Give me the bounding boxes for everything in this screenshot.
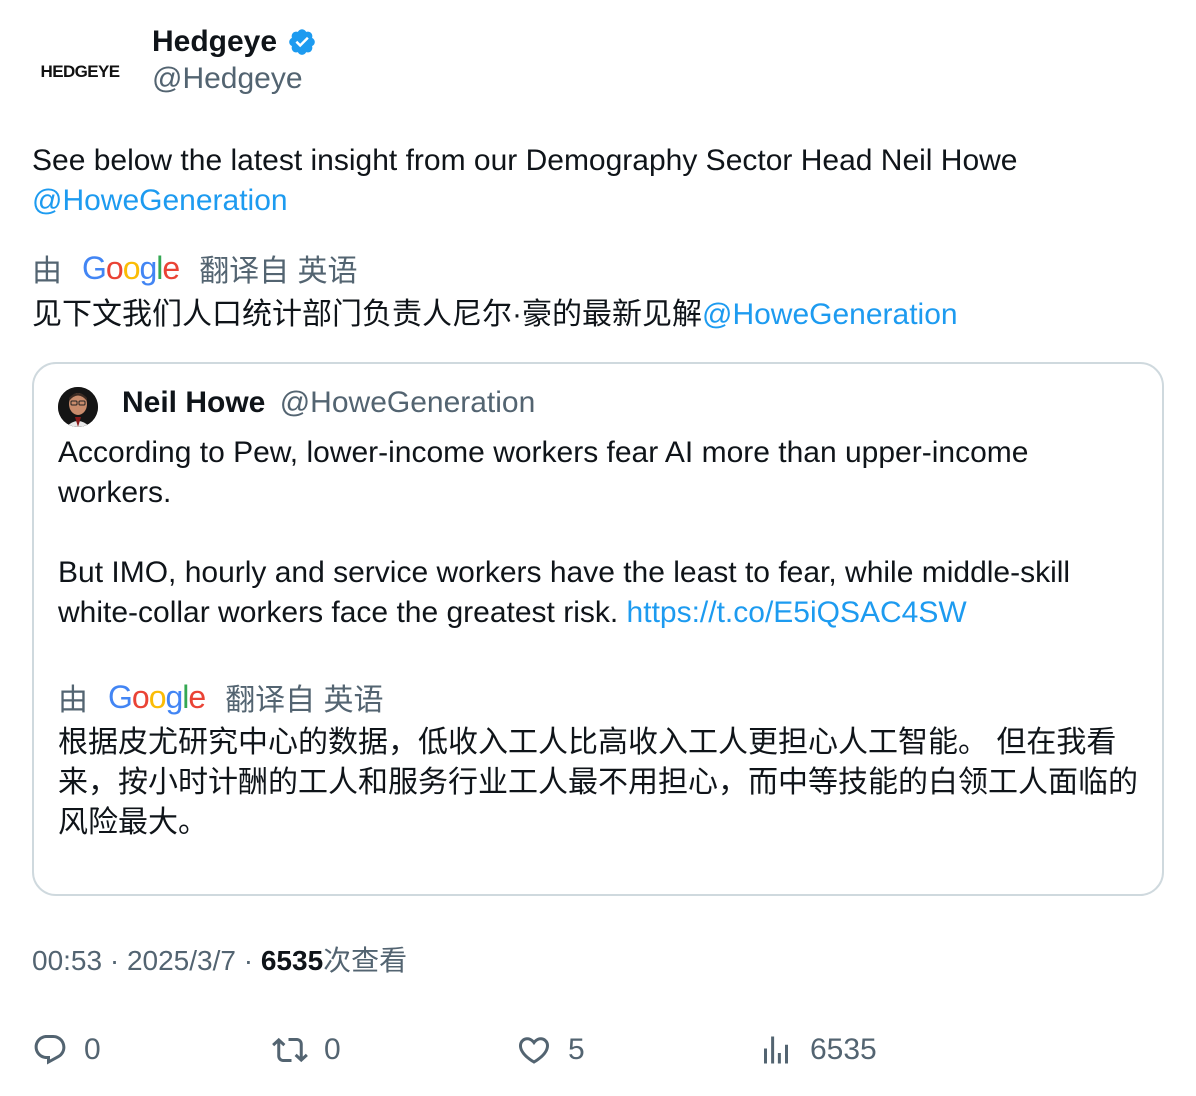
google-letter: g — [139, 250, 157, 286]
tweet-time[interactable]: 00:53 — [32, 945, 102, 976]
quoted-paragraph: But IMO, hourly and service workers have… — [58, 553, 1148, 633]
analytics-icon — [764, 1036, 788, 1064]
translated-body: 见下文我们人口统计部门负责人尼尔·豪的最新见解 — [32, 298, 702, 331]
author-avatar[interactable]: HEDGEYE — [32, 24, 128, 120]
translation-suffix: 翻译自 英语 — [199, 255, 358, 288]
google-letter: o — [131, 679, 150, 715]
translated-mention-link[interactable]: @HoweGeneration — [702, 298, 958, 331]
google-letter: G — [82, 250, 107, 286]
translated-tweet-text: 见下文我们人口统计部门负责人尼尔·豪的最新见解@HoweGeneration — [32, 295, 958, 335]
like-button[interactable]: 5 — [516, 1030, 585, 1070]
google-letter: o — [148, 679, 167, 715]
tweet-date[interactable]: 2025/3/7 — [127, 945, 236, 976]
heart-icon — [518, 1037, 550, 1064]
translation-prefix: 由 — [32, 255, 62, 288]
view-count-label: 次查看 — [323, 945, 408, 976]
google-logo: Google — [82, 250, 180, 286]
hedgeye-logo: HEDGEYE — [40, 62, 121, 81]
translation-suffix: 翻译自 英语 — [225, 684, 384, 717]
reply-count: 0 — [84, 1033, 101, 1066]
quoted-name-row: Neil Howe @HoweGeneration — [122, 383, 535, 423]
quoted-handle[interactable]: @HoweGeneration — [280, 386, 536, 419]
author-display-name[interactable]: Hedgeye — [152, 25, 277, 59]
author-handle[interactable]: @Hedgeye — [152, 62, 303, 96]
views-count: 6535 — [810, 1033, 877, 1066]
google-letter: g — [165, 679, 183, 715]
reply-button[interactable]: 0 — [32, 1030, 101, 1070]
tweet-body: See below the latest insight from our De… — [32, 144, 1018, 177]
translation-attribution: 由 Google 翻译自 英语 — [32, 246, 358, 290]
quoted-display-name[interactable]: Neil Howe — [122, 386, 265, 419]
quoted-translation-attribution: 由 Google 翻译自 英语 — [58, 675, 384, 719]
google-letter: e — [188, 679, 206, 715]
retweet-button[interactable]: 0 — [272, 1030, 341, 1070]
tweet-meta: 00:53 · 2025/3/7 · 6535次查看 — [32, 941, 407, 981]
like-count: 5 — [568, 1033, 585, 1066]
google-letter: o — [122, 250, 141, 286]
mention-link[interactable]: @HoweGeneration — [32, 184, 288, 217]
google-logo: Google — [108, 679, 206, 715]
retweet-icon — [272, 1037, 308, 1063]
google-letter: e — [162, 250, 180, 286]
quoted-author-avatar[interactable] — [58, 387, 98, 427]
google-letter: o — [105, 250, 124, 286]
google-letter: G — [108, 679, 133, 715]
view-count: 6535 — [260, 945, 324, 976]
author-name-row: Hedgeye — [152, 22, 317, 62]
tweet-text: See below the latest insight from our De… — [32, 141, 1162, 221]
quoted-tweet-text: According to Pew, lower-income workers f… — [58, 433, 1148, 633]
retweet-count: 0 — [324, 1033, 341, 1066]
meta-separator: · — [102, 945, 127, 976]
meta-separator: · — [235, 945, 261, 976]
quoted-url-link[interactable]: https://t.co/E5iQSAC4SW — [627, 596, 967, 629]
views-button[interactable]: 6535 — [758, 1030, 877, 1070]
quoted-translated-text: 根据皮尤研究中心的数据，低收入工人比高收入工人更担心人工智能。 但在我看来，按小… — [58, 726, 1138, 839]
quoted-paragraph: According to Pew, lower-income workers f… — [58, 436, 1029, 509]
verified-badge-icon — [287, 27, 317, 57]
reply-icon — [34, 1035, 66, 1065]
translation-prefix: 由 — [58, 684, 88, 717]
